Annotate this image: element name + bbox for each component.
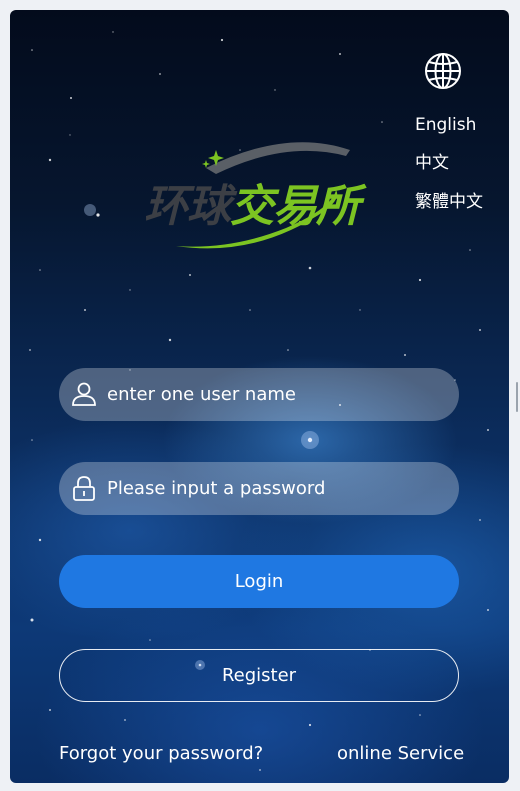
language-simplified-chinese-option[interactable]: 中文 [415, 152, 449, 174]
exchange-logo: 环球交易所 [144, 142, 368, 249]
globe-icon[interactable] [423, 51, 463, 91]
username-field[interactable] [59, 368, 459, 421]
login-button[interactable]: Login [59, 555, 459, 608]
password-field[interactable] [59, 462, 459, 515]
password-input[interactable] [107, 462, 447, 515]
lock-icon [73, 476, 95, 501]
page-scrollbar[interactable] [516, 382, 518, 412]
username-input[interactable] [107, 368, 447, 421]
language-english-option[interactable]: English [415, 114, 476, 136]
language-traditional-chinese-option[interactable]: 繁體中文 [415, 191, 483, 213]
online-service-link[interactable]: online Service [337, 742, 464, 766]
register-button[interactable]: Register [59, 649, 459, 702]
logo-text: 环球交易所 [144, 181, 367, 232]
forgot-password-link[interactable]: Forgot your password? [59, 742, 263, 766]
login-page: English 中文 繁體中文 环球交易所 enter one user nam… [10, 10, 509, 783]
user-icon [72, 382, 96, 406]
